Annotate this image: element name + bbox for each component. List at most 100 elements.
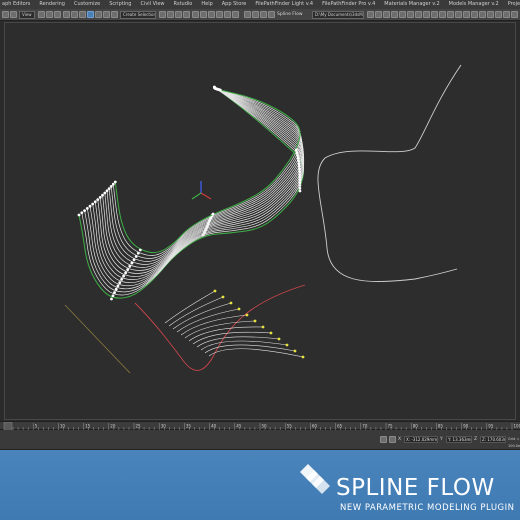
angle-snap-icon[interactable]	[159, 11, 166, 18]
selected-vertex[interactable]	[253, 319, 257, 323]
tool-b-icon[interactable]	[252, 11, 259, 18]
spline-vertex[interactable]	[138, 248, 142, 252]
spline-vertex[interactable]	[298, 170, 302, 174]
y-coordinate-field[interactable]: Y: 13.363mm	[446, 436, 472, 443]
align-icon[interactable]	[183, 11, 190, 18]
spline-vertex[interactable]	[109, 185, 113, 188]
spline-vertex[interactable]	[101, 193, 104, 197]
snap-icon[interactable]	[111, 11, 118, 18]
spline-vertex[interactable]	[136, 251, 140, 255]
selected-vertex[interactable]	[301, 355, 305, 359]
selected-vertex[interactable]	[221, 295, 225, 299]
tool-a-icon[interactable]	[244, 11, 251, 18]
move-icon[interactable]	[87, 11, 94, 18]
menu-item[interactable]: Models Manager v.2	[449, 0, 499, 9]
viewport-canvas[interactable]	[5, 23, 517, 421]
spline-vertex[interactable]	[83, 209, 86, 213]
selected-spline[interactable]	[134, 284, 306, 371]
layers-icon[interactable]	[495, 11, 502, 18]
spline-vertex[interactable]	[124, 271, 128, 275]
chair-spline[interactable]	[108, 89, 303, 262]
percent-snap-icon[interactable]	[167, 11, 174, 18]
motion-icon[interactable]	[463, 11, 470, 18]
sphere-icon[interactable]	[399, 11, 406, 18]
spline-vertex[interactable]	[91, 202, 95, 206]
chair-spline[interactable]	[104, 88, 303, 268]
spline-vertex[interactable]	[298, 178, 302, 182]
selected-vertex[interactable]	[285, 343, 289, 347]
menu-item[interactable]: Customize	[74, 0, 100, 9]
absolute-mode-icon[interactable]	[389, 436, 396, 443]
spline-vertex[interactable]	[118, 281, 122, 285]
mirror-icon[interactable]	[175, 11, 182, 18]
display-icon[interactable]	[471, 11, 478, 18]
selected-vertex[interactable]	[213, 289, 217, 293]
spline-vertex[interactable]	[128, 264, 132, 268]
folder-icon[interactable]	[367, 11, 374, 18]
spline-vertex[interactable]	[96, 198, 100, 202]
menu-item[interactable]: FilePathFinder Pro v.4	[322, 0, 375, 9]
spline-vertex[interactable]	[85, 207, 89, 210]
menu-item[interactable]: App Store	[222, 0, 247, 9]
spline-vertex[interactable]	[298, 186, 302, 190]
redo-icon[interactable]	[10, 11, 17, 18]
selected-vertex[interactable]	[269, 331, 273, 335]
spline-flow-button[interactable]: Spline Flow	[277, 11, 303, 19]
spline-vertex[interactable]	[130, 261, 134, 265]
gizmo-x-axis[interactable]	[200, 192, 212, 200]
spline-vertex[interactable]	[77, 213, 81, 217]
spline-vertex[interactable]	[297, 162, 301, 166]
profile-spline[interactable]	[317, 64, 462, 283]
selected-vertex[interactable]	[261, 325, 265, 329]
spline-vertex[interactable]	[116, 284, 120, 288]
utilities-icon[interactable]	[479, 11, 486, 18]
selected-vertex[interactable]	[277, 337, 281, 341]
spline-vertex[interactable]	[93, 200, 97, 204]
more-icon[interactable]	[511, 11, 518, 18]
helper-icon[interactable]	[423, 11, 430, 18]
selected-vertex[interactable]	[237, 307, 241, 311]
spline-vertex[interactable]	[103, 191, 107, 195]
spline-vertex[interactable]	[122, 274, 125, 278]
shape-icon[interactable]	[447, 11, 454, 18]
menu-item[interactable]: FilePathFinder Light v.4	[255, 0, 313, 9]
hierarchy-icon[interactable]	[455, 11, 462, 18]
spline-vertex[interactable]	[297, 165, 301, 168]
menu-item[interactable]: Materials Manager v.2	[384, 0, 439, 9]
spline-vertex[interactable]	[296, 156, 300, 160]
spline-vertex[interactable]	[298, 181, 302, 185]
menu-item[interactable]: Project Manager v.3	[508, 0, 520, 9]
unlink-icon[interactable]	[46, 11, 53, 18]
save-icon[interactable]	[375, 11, 382, 18]
spline-vertex[interactable]	[211, 212, 215, 216]
spline-vertex[interactable]	[113, 291, 116, 294]
spline-vertex[interactable]	[107, 187, 111, 191]
paint-icon[interactable]	[383, 11, 390, 18]
select-by-name-icon[interactable]	[71, 11, 78, 18]
time-slider[interactable]: 0510152025303540455055606570758085909510…	[0, 421, 520, 431]
link-icon[interactable]	[38, 11, 45, 18]
menu-item[interactable]: Scripting	[109, 0, 131, 9]
spline-vertex[interactable]	[114, 287, 118, 291]
seat-spline[interactable]	[172, 302, 232, 330]
space-warp-icon[interactable]	[431, 11, 438, 18]
spline-vertex[interactable]	[88, 204, 92, 208]
chair-spline[interactable]	[110, 89, 302, 259]
scene-icon[interactable]	[487, 11, 494, 18]
spline-vertex[interactable]	[296, 154, 299, 157]
spline-vertex[interactable]	[120, 278, 124, 281]
menu-item[interactable]: Civil View	[140, 0, 164, 9]
selection-set-dropdown[interactable]: Create Selection Se	[120, 11, 156, 19]
light-icon[interactable]	[407, 11, 414, 18]
menu-item[interactable]: Help	[201, 0, 212, 9]
gizmo-y-axis[interactable]	[191, 192, 202, 200]
chair-spline[interactable]	[99, 88, 304, 274]
chair-spline-cage[interactable]	[77, 85, 306, 371]
spline-vertex[interactable]	[298, 184, 302, 187]
material-icon[interactable]	[208, 11, 215, 18]
spline-vertex[interactable]	[110, 297, 113, 301]
z-coordinate-field[interactable]: Z: 170.603mm	[480, 436, 506, 443]
lock-icon[interactable]	[380, 436, 387, 443]
spline-vertex[interactable]	[126, 268, 130, 271]
chair-spline[interactable]	[94, 87, 304, 280]
